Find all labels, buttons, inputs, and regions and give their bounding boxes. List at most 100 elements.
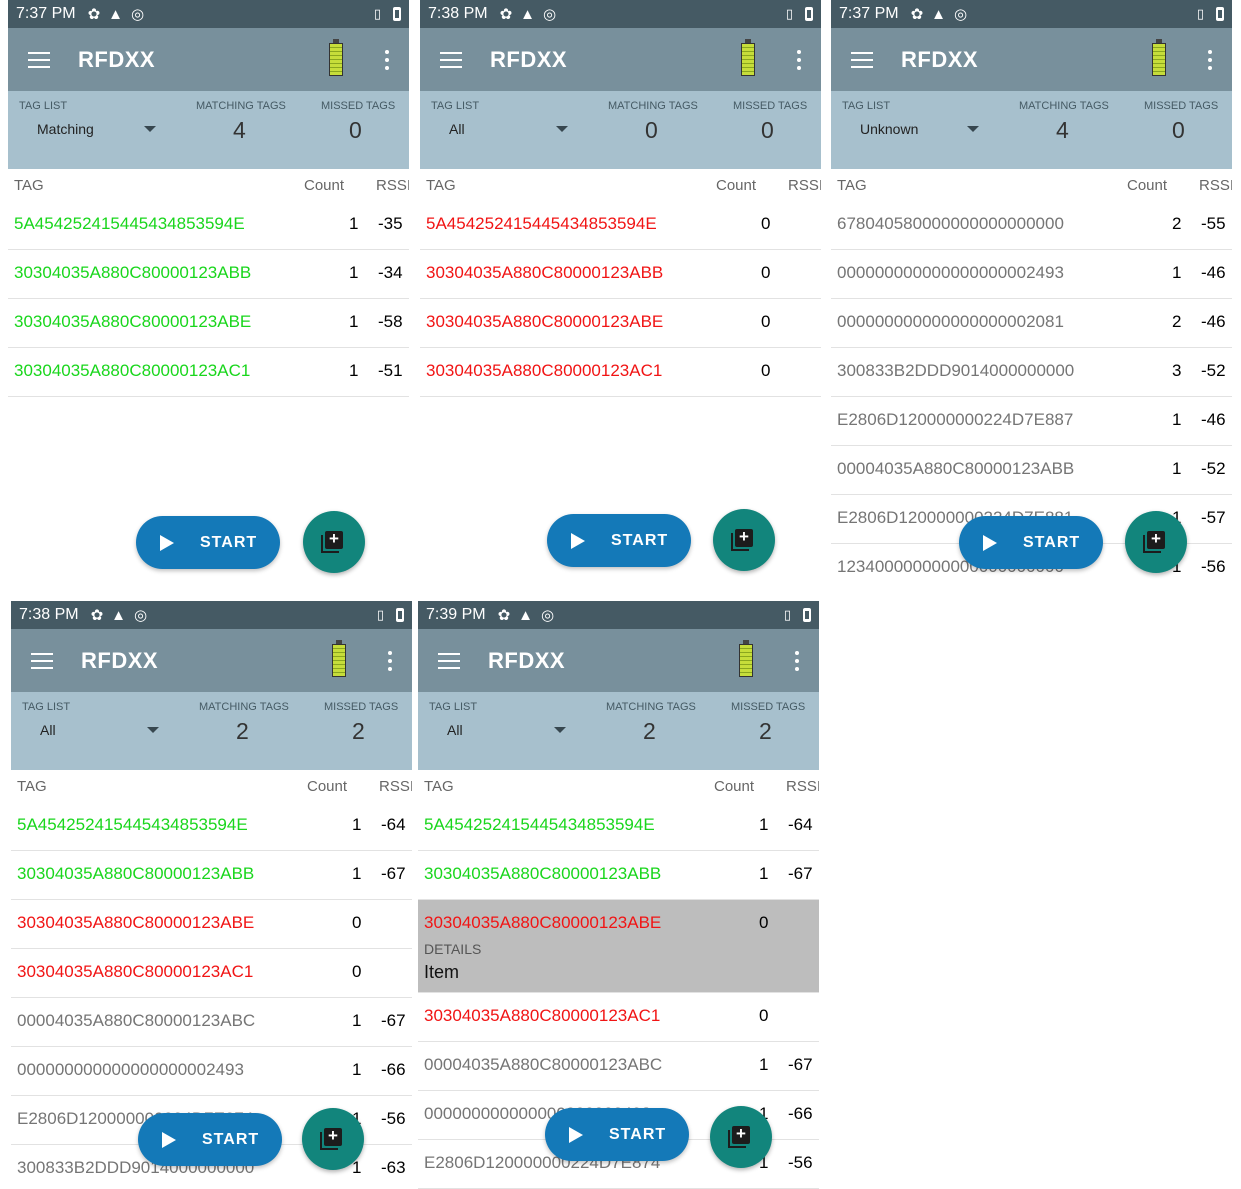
- tag-rssi: -52: [1201, 459, 1226, 478]
- tag-list-dropdown[interactable]: All: [449, 121, 465, 137]
- sync-status-icon: ◎: [131, 5, 145, 23]
- tag-row[interactable]: 30304035A880C80000123ABB 0: [420, 250, 821, 299]
- tag-row[interactable]: 30304035A880C80000123AC1 1 -51: [8, 348, 409, 397]
- tag-rssi: -56: [381, 1109, 406, 1128]
- tag-count: 1: [1172, 459, 1182, 478]
- tag-count: 1: [352, 815, 362, 834]
- tag-row[interactable]: 30304035A880C80000123AC1 0: [11, 949, 412, 998]
- tag-id: 5A454252415445434853594E: [426, 214, 657, 233]
- tag-row[interactable]: 30304035A880C80000123ABB 1 -34: [8, 250, 409, 299]
- phone-screen-5: 7:39 PM ✿ ▲ ◎ ▯ RFDXX TAG LIST MATCHING …: [418, 601, 819, 1189]
- start-label: START: [611, 531, 669, 549]
- tag-column-header: TAG: [17, 777, 47, 795]
- tag-row[interactable]: 30304035A880C80000123ABE 0 DETAILS Item: [418, 900, 819, 993]
- tag-row[interactable]: 30304035A880C80000123ABB 1 -67: [11, 851, 412, 900]
- tag-row[interactable]: 5A454252415445434853594E 1 -35: [8, 201, 409, 250]
- tag-rssi: -46: [1201, 263, 1226, 282]
- stats-panel: TAG LIST MATCHING TAGS MISSED TAGS Unkno…: [831, 91, 1232, 169]
- tag-row[interactable]: 30304035A880C80000123ABE 0: [11, 900, 412, 949]
- start-button[interactable]: START: [547, 514, 691, 567]
- add-to-list-button[interactable]: +: [1125, 511, 1187, 573]
- matching-tags-count: 2: [236, 718, 249, 744]
- toolbar: RFDXX: [8, 28, 409, 91]
- tag-row[interactable]: 30304035A880C80000123AC1 0: [420, 348, 821, 397]
- add-to-list-button[interactable]: +: [710, 1106, 772, 1168]
- tag-id: 000000000000000000002081: [837, 312, 1064, 331]
- rssi-column-header: RSSI: [379, 777, 412, 795]
- count-column-header: Count: [714, 777, 755, 795]
- matching-tags-count: 0: [645, 117, 658, 143]
- tag-row[interactable]: 00004035A880C80000123ABC 1 -67: [418, 1042, 819, 1091]
- tag-list-label: TAG LIST: [429, 701, 478, 713]
- app-title: RFDXX: [78, 46, 156, 72]
- tag-count: 0: [352, 913, 362, 932]
- tag-row[interactable]: 30304035A880C80000123ABE 0: [420, 299, 821, 348]
- start-button[interactable]: START: [959, 516, 1103, 569]
- tag-row[interactable]: 300833B2DDD9014000000000 3 -52: [831, 348, 1232, 397]
- more-options-icon[interactable]: [385, 50, 389, 74]
- tag-row[interactable]: 00004035A880C80000123ABC 1 -67: [11, 998, 412, 1047]
- dropdown-arrow-icon[interactable]: [147, 727, 159, 733]
- add-to-list-button[interactable]: +: [713, 509, 775, 571]
- menu-icon[interactable]: [851, 47, 873, 73]
- tag-row[interactable]: 5A454252415445434853594E 1 -64: [11, 802, 412, 851]
- play-icon: [983, 534, 997, 551]
- battery-status-icon: [1216, 7, 1224, 21]
- dropdown-arrow-icon[interactable]: [554, 727, 566, 733]
- app-title: RFDXX: [81, 647, 159, 673]
- tag-row[interactable]: 000000000000000000002493 1 -46: [831, 250, 1232, 299]
- status-time: 7:39 PM: [426, 606, 486, 623]
- tag-rssi: -34: [378, 263, 403, 282]
- tag-rssi: -52: [1201, 361, 1226, 380]
- warning-status-icon: ▲: [111, 606, 127, 624]
- tag-row[interactable]: 000000000000000000002493 1 -66: [11, 1047, 412, 1096]
- tag-row[interactable]: 30304035A880C80000123ABE 1 -58: [8, 299, 409, 348]
- start-button[interactable]: START: [138, 1113, 282, 1166]
- menu-icon[interactable]: [440, 47, 462, 73]
- menu-icon[interactable]: [28, 47, 50, 73]
- tag-row[interactable]: 00004035A880C80000123ABB 1 -52: [831, 446, 1232, 495]
- tag-row[interactable]: 5A454252415445434853594E 1 -64: [418, 802, 819, 851]
- add-to-list-button[interactable]: +: [302, 1108, 364, 1170]
- tag-list-dropdown[interactable]: Matching: [37, 121, 94, 137]
- tag-row[interactable]: E2806D120000000224D7E887 1 -46: [831, 397, 1232, 446]
- tag-column-header: TAG: [424, 777, 454, 795]
- tag-count: 1: [352, 864, 362, 883]
- settings-status-icon: ✿: [497, 606, 511, 624]
- dropdown-arrow-icon[interactable]: [144, 126, 156, 132]
- menu-icon[interactable]: [31, 648, 53, 674]
- more-options-icon[interactable]: [1208, 50, 1212, 74]
- tag-column-header: TAG: [14, 176, 44, 194]
- more-options-icon[interactable]: [795, 651, 799, 675]
- rssi-column-header: RSSI: [1199, 176, 1232, 194]
- menu-icon[interactable]: [438, 648, 460, 674]
- phone-screen-1: 7:37 PM ✿ ▲ ◎ ▯ RFDXX TAG LIST MATCHING …: [8, 0, 409, 588]
- tag-list-dropdown[interactable]: All: [447, 722, 463, 738]
- more-options-icon[interactable]: [388, 651, 392, 675]
- tag-id: 678040580000000000000000: [837, 214, 1064, 233]
- stats-panel: TAG LIST MATCHING TAGS MISSED TAGS All 2…: [11, 692, 412, 770]
- matching-tags-label: MATCHING TAGS: [606, 701, 696, 713]
- tag-row[interactable]: 678040580000000000000000 2 -55: [831, 201, 1232, 250]
- tag-row[interactable]: 5A454252415445434853594E 0: [420, 201, 821, 250]
- tag-id: 30304035A880C80000123AC1: [14, 361, 251, 380]
- tag-count: 2: [1172, 214, 1182, 233]
- more-options-icon[interactable]: [797, 50, 801, 74]
- warning-status-icon: ▲: [518, 606, 534, 624]
- dropdown-arrow-icon[interactable]: [967, 126, 979, 132]
- start-button[interactable]: START: [136, 516, 280, 569]
- tag-list-dropdown[interactable]: All: [40, 722, 56, 738]
- status-bar: 7:38 PM ✿ ▲ ◎ ▯: [420, 0, 821, 28]
- start-button[interactable]: START: [545, 1108, 689, 1161]
- add-to-list-button[interactable]: +: [303, 511, 365, 573]
- count-column-header: Count: [716, 176, 757, 194]
- tag-rssi: -67: [381, 1011, 406, 1030]
- table-header: TAG Count RSSI: [831, 169, 1232, 201]
- tag-row[interactable]: 30304035A880C80000123ABB 1 -67: [418, 851, 819, 900]
- tag-row[interactable]: 30304035A880C80000123AC1 0: [418, 993, 819, 1042]
- tag-row[interactable]: 000000000000000000002081 2 -46: [831, 299, 1232, 348]
- matching-tags-label: MATCHING TAGS: [196, 100, 286, 112]
- status-bar: 7:37 PM ✿ ▲ ◎ ▯: [831, 0, 1232, 28]
- tag-list-dropdown[interactable]: Unknown: [860, 121, 918, 137]
- dropdown-arrow-icon[interactable]: [556, 126, 568, 132]
